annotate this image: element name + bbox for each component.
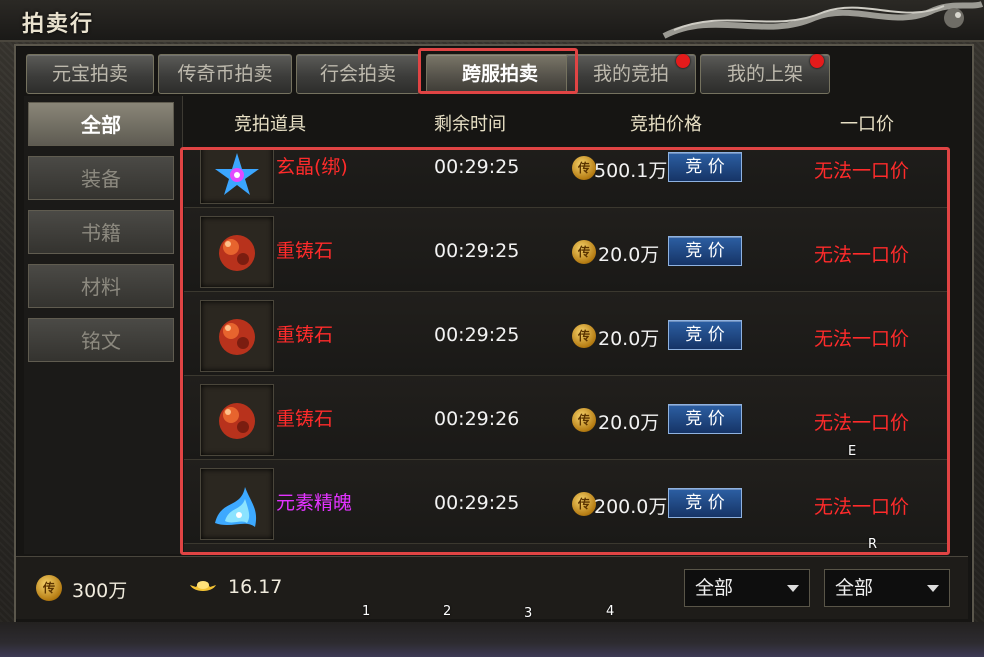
- filter-dropdown-value: 全部: [695, 577, 734, 599]
- footer-bar: 传 300万 16.17 全部 全部: [16, 556, 968, 619]
- gold-coin-icon: 传: [572, 492, 596, 516]
- auction-list[interactable]: 玄晶(绑) 00:29:25 传 500.1万 竞 价 无法一口价 重铸石 00…: [184, 150, 948, 554]
- gold-coin-icon: 传: [572, 156, 596, 180]
- item-name: 玄晶(绑): [276, 156, 348, 178]
- table-row[interactable]: 重铸石 00:29:25 传 20.0万 竞 价 无法一口价: [184, 208, 948, 292]
- ingot-balance: 16.17: [228, 576, 283, 598]
- column-header-price[interactable]: 竞拍价格: [630, 110, 702, 136]
- overlay-marker: 4: [606, 604, 615, 619]
- gold-ingot-icon: [190, 581, 216, 591]
- table-row[interactable]: 元素精魄 00:29:25 传 200.0万 竞 价 无法一口价: [184, 460, 948, 544]
- column-header-time[interactable]: 剩余时间: [434, 110, 506, 136]
- buyout-status: 无法一口价: [814, 412, 910, 434]
- bottom-edge: [0, 622, 984, 657]
- filter-dropdown-2[interactable]: 全部: [824, 569, 950, 607]
- buyout-status: 无法一口价: [814, 328, 910, 350]
- overlay-marker: 2: [443, 604, 452, 619]
- blue-crystal-icon: [215, 153, 259, 195]
- item-name: 重铸石: [276, 408, 334, 430]
- category-materials[interactable]: 材料: [28, 264, 174, 308]
- category-equipment[interactable]: 装备: [28, 156, 174, 200]
- column-header-buyout[interactable]: 一口价: [840, 110, 894, 136]
- chevron-down-icon: [787, 585, 799, 592]
- bid-price: 20.0万: [598, 244, 660, 266]
- bid-price: 200.0万: [594, 496, 668, 518]
- overlay-marker: E: [848, 444, 857, 459]
- table-header: 竞拍道具 剩余时间 竞拍价格 一口价: [184, 98, 946, 149]
- auction-window: 拍卖行 元宝拍卖 传奇币拍卖 行会拍卖 跨服拍卖 我的竞拍 我的上架 全部 装备…: [0, 0, 984, 657]
- title-bar: 拍卖行: [0, 0, 984, 42]
- table-row[interactable]: [184, 544, 948, 554]
- item-slot[interactable]: [200, 468, 274, 540]
- overlay-marker: R: [868, 537, 878, 552]
- overlay-marker: 1: [362, 604, 371, 619]
- tab-cross-server-auction[interactable]: 跨服拍卖: [426, 54, 574, 94]
- bid-button[interactable]: 竞 价: [668, 488, 742, 518]
- filter-dropdown-value: 全部: [835, 577, 874, 599]
- notification-badge: [810, 54, 824, 68]
- category-books[interactable]: 书籍: [28, 210, 174, 254]
- remaining-time: 00:29:25: [434, 156, 520, 178]
- gold-coin-icon: 传: [572, 240, 596, 264]
- dragon-ornament-icon: [662, 1, 984, 39]
- bid-price: 500.1万: [594, 160, 668, 182]
- bid-button[interactable]: 竞 价: [668, 320, 742, 350]
- bid-button[interactable]: 竞 价: [668, 152, 742, 182]
- red-ore-icon: [219, 403, 255, 439]
- bid-button[interactable]: 竞 价: [668, 404, 742, 434]
- blue-spirit-icon: [215, 487, 257, 527]
- item-slot[interactable]: [200, 300, 274, 372]
- item-name: 元素精魄: [276, 492, 353, 514]
- buyout-status: 无法一口价: [814, 496, 910, 518]
- gold-coin-icon: 传: [572, 408, 596, 432]
- item-slot[interactable]: [200, 552, 274, 554]
- table-row[interactable]: 重铸石 00:29:25 传 20.0万 竞 价 无法一口价: [184, 292, 948, 376]
- item-slot[interactable]: [200, 150, 274, 204]
- red-ore-icon: [219, 319, 255, 355]
- remaining-time: 00:29:25: [434, 324, 520, 346]
- category-inscriptions[interactable]: 铭文: [28, 318, 174, 362]
- bid-button[interactable]: 竞 价: [668, 236, 742, 266]
- overlay-marker: 3: [524, 606, 533, 621]
- remaining-time: 00:29:26: [434, 408, 520, 430]
- buyout-status: 无法一口价: [814, 244, 910, 266]
- gold-coin-icon: 传: [572, 324, 596, 348]
- column-header-item[interactable]: 竞拍道具: [234, 110, 306, 136]
- item-slot[interactable]: [200, 216, 274, 288]
- red-ore-icon: [219, 235, 255, 271]
- gold-coin-icon: 传: [36, 575, 62, 601]
- tab-guild-auction[interactable]: 行会拍卖: [296, 54, 420, 94]
- item-slot[interactable]: [200, 384, 274, 456]
- tab-yuanbao-auction[interactable]: 元宝拍卖: [26, 54, 154, 94]
- notification-badge: [676, 54, 690, 68]
- bid-price: 20.0万: [598, 412, 660, 434]
- remaining-time: 00:29:25: [434, 492, 520, 514]
- chevron-down-icon: [927, 585, 939, 592]
- gold-balance: 300万: [72, 580, 128, 602]
- item-name: 重铸石: [276, 324, 334, 346]
- window-title: 拍卖行: [22, 12, 95, 37]
- table-row[interactable]: 重铸石 00:29:26 传 20.0万 竞 价 无法一口价: [184, 376, 948, 460]
- tab-legend-coin-auction[interactable]: 传奇币拍卖: [158, 54, 292, 94]
- item-name: 重铸石: [276, 240, 334, 262]
- bid-price: 20.0万: [598, 328, 660, 350]
- category-sidebar: 全部 装备 书籍 材料 铭文: [24, 96, 183, 554]
- table-row[interactable]: 玄晶(绑) 00:29:25 传 500.1万 竞 价 无法一口价: [184, 150, 948, 208]
- buyout-status: 无法一口价: [814, 160, 910, 182]
- filter-dropdown-1[interactable]: 全部: [684, 569, 810, 607]
- remaining-time: 00:29:25: [434, 240, 520, 262]
- category-all[interactable]: 全部: [28, 102, 174, 146]
